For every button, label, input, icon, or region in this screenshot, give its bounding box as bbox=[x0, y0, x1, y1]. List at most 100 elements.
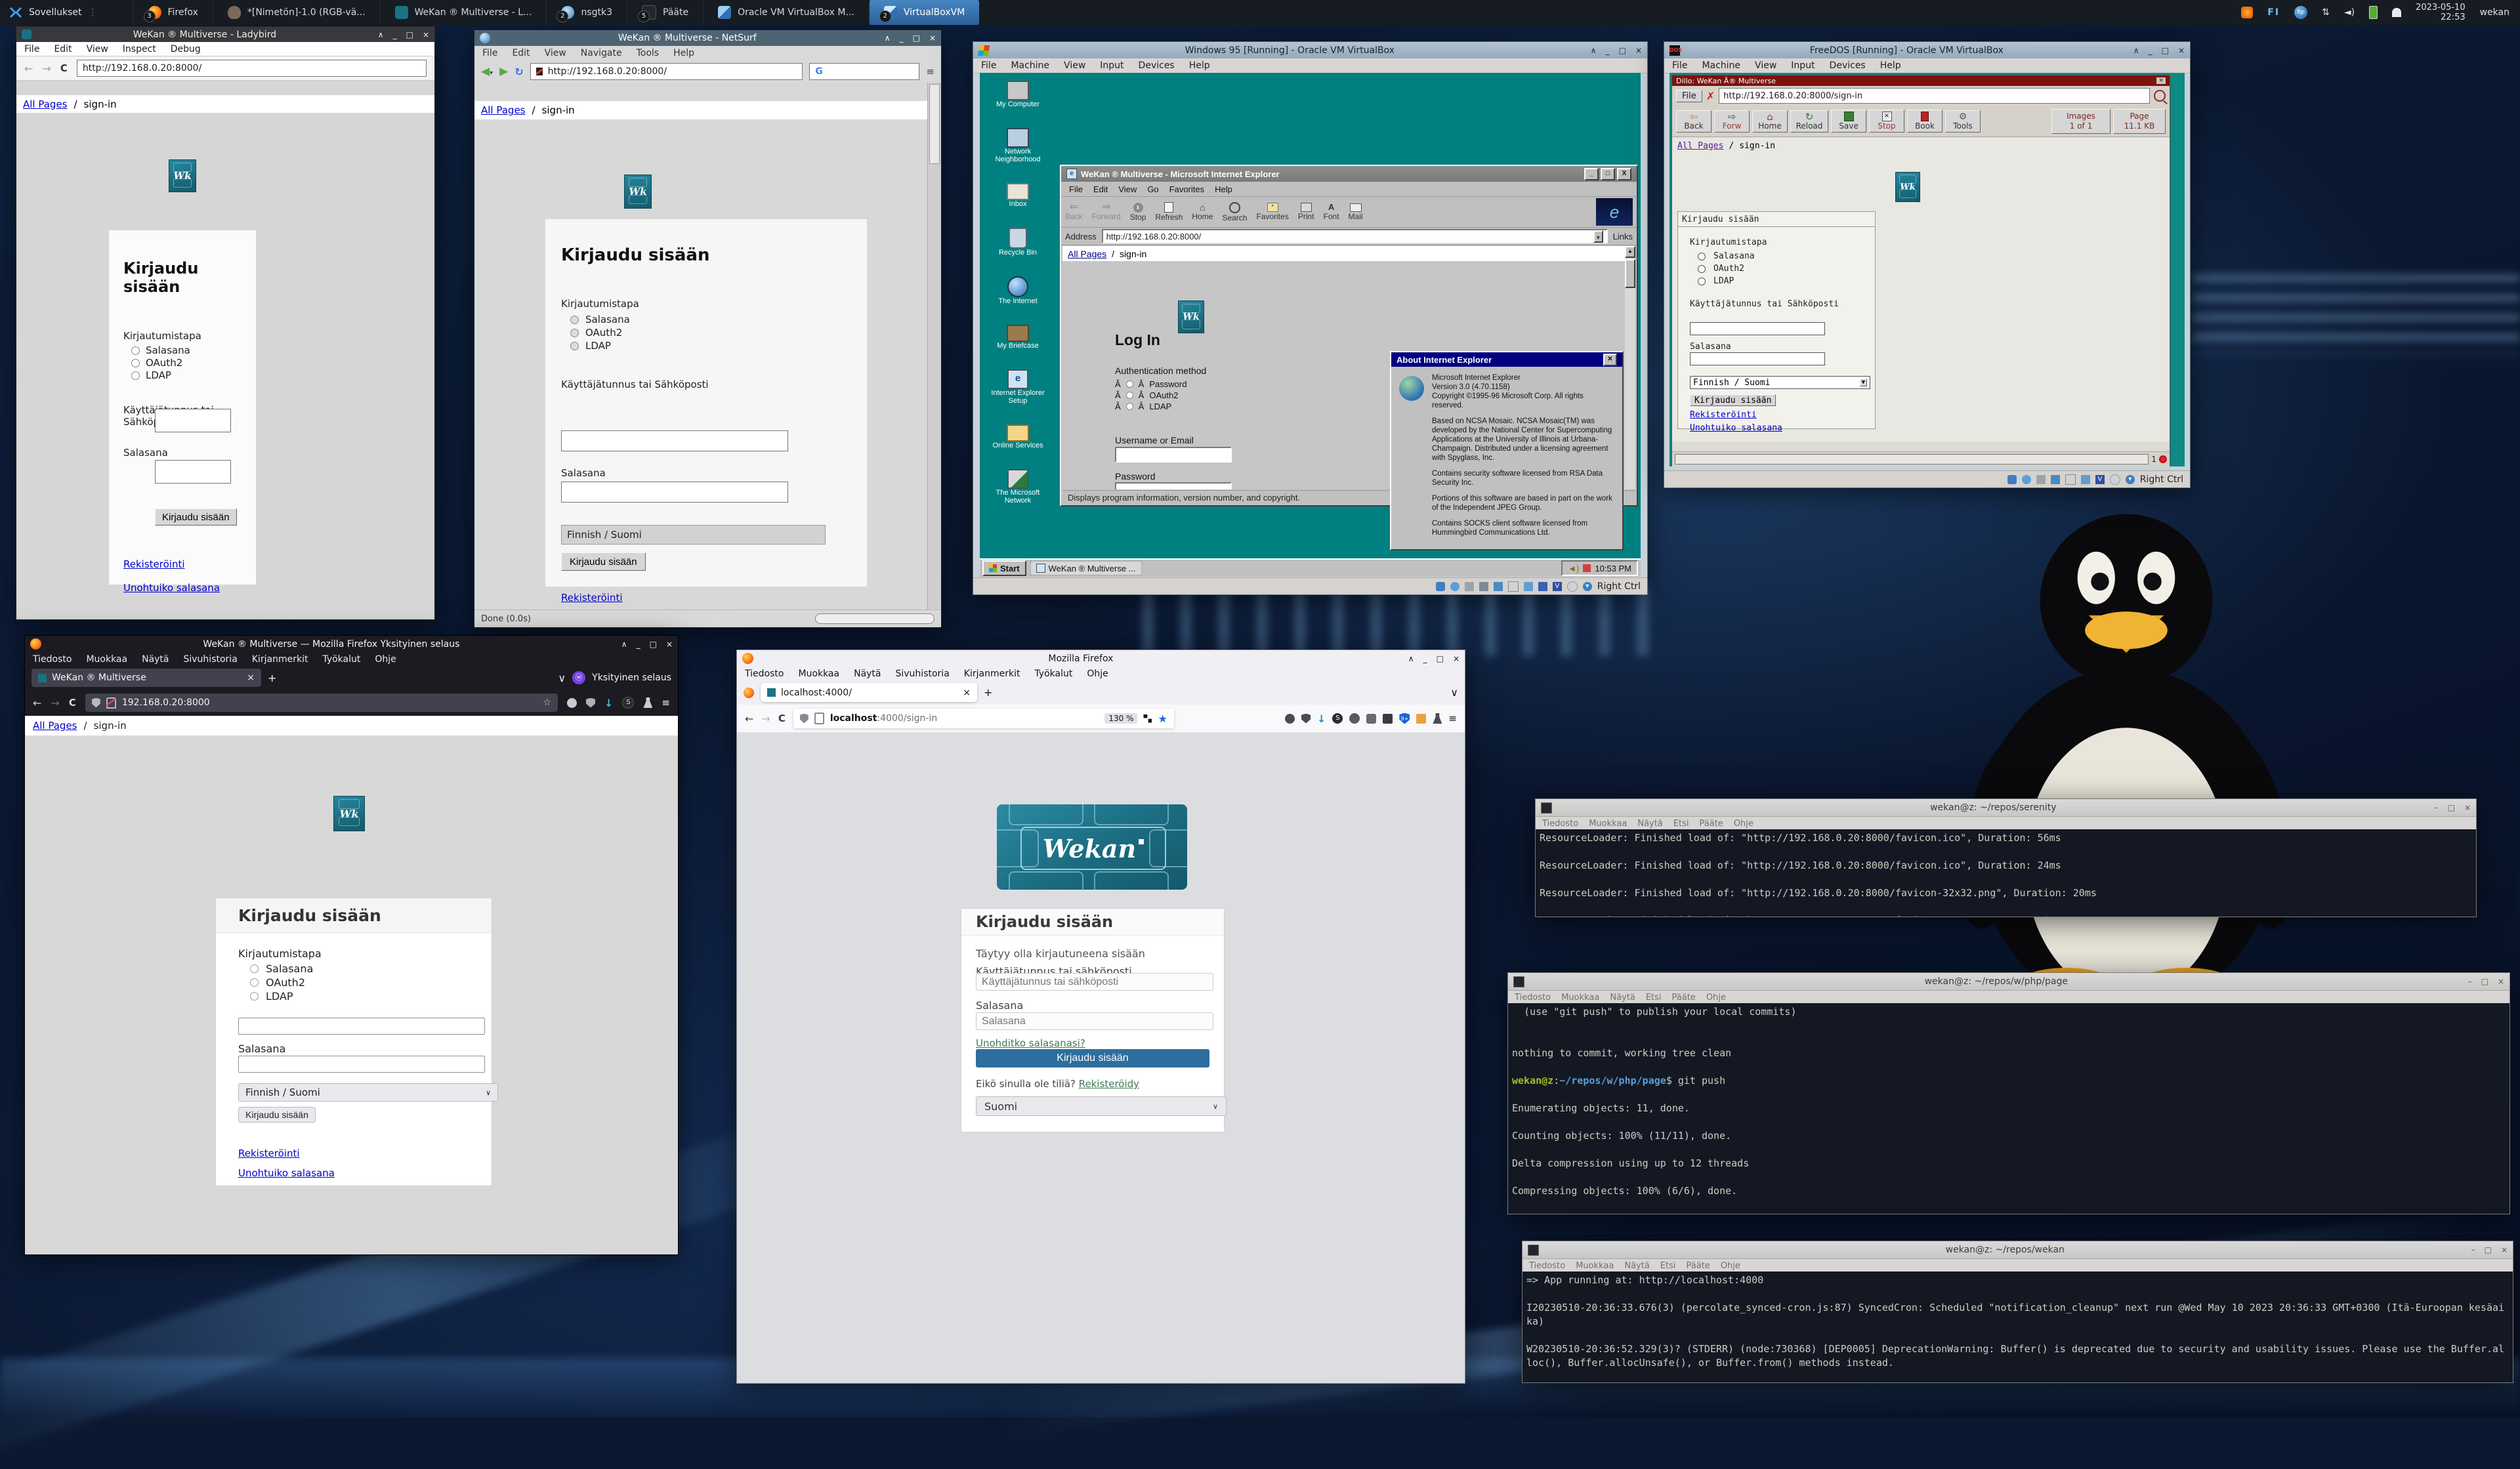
desktop-icon-inbox[interactable]: Inbox bbox=[984, 183, 1052, 208]
menu-inspect[interactable]: Inspect bbox=[123, 44, 156, 54]
network-status-icon[interactable] bbox=[1494, 582, 1503, 591]
flask-icon[interactable] bbox=[1433, 713, 1442, 724]
menu-tyokalut[interactable]: Työkalut bbox=[322, 654, 360, 665]
maximize-icon[interactable]: □ bbox=[2162, 46, 2169, 55]
close-icon[interactable]: ✕ bbox=[1603, 354, 1617, 366]
login-button[interactable]: Kirjaudu sisään bbox=[155, 508, 237, 526]
multi-account-icon[interactable] bbox=[1366, 714, 1376, 724]
menu-view[interactable]: View bbox=[545, 48, 566, 58]
fingerprint-icon[interactable] bbox=[1285, 714, 1295, 724]
dillo-titlebar[interactable]: Dillo: WeKan Â® Multiverse × bbox=[1672, 75, 2170, 86]
menu-help[interactable]: Help bbox=[1215, 184, 1232, 194]
vm-status-icon[interactable]: V bbox=[2095, 475, 2105, 484]
menu-muokkaa[interactable]: Muokkaa bbox=[798, 669, 839, 679]
download-icon[interactable]: ↓ bbox=[604, 697, 613, 709]
maximize-icon[interactable]: □ bbox=[1437, 654, 1444, 663]
tray-app-icon[interactable] bbox=[2241, 7, 2253, 18]
radio-icon[interactable] bbox=[570, 329, 579, 337]
password-input[interactable] bbox=[976, 1012, 1213, 1030]
login-button[interactable]: Kirjaudu sisään bbox=[1690, 394, 1776, 406]
minimize-icon[interactable]: – bbox=[2435, 803, 2439, 812]
menu-etsi[interactable]: Etsi bbox=[1646, 993, 1662, 1003]
menu-paate[interactable]: Pääte bbox=[1687, 1261, 1710, 1271]
menu-edit[interactable]: Edit bbox=[54, 44, 72, 54]
desktop-icon-recycle-bin[interactable]: Recycle Bin bbox=[984, 228, 1052, 257]
close-icon[interactable]: × bbox=[2156, 77, 2166, 84]
terminal-titlebar[interactable]: wekan@z: ~/repos/serenity –□× bbox=[1536, 799, 2476, 817]
close-icon[interactable]: × bbox=[2501, 1245, 2508, 1254]
taskbar-item-terminal[interactable]: 5 Pääte bbox=[627, 0, 703, 25]
menu-nayta[interactable]: Näytä bbox=[1624, 1261, 1649, 1271]
terminal-titlebar[interactable]: wekan@z: ~/repos/w/php/page –□× bbox=[1508, 973, 2510, 991]
login-button[interactable]: Kirjaudu sisään bbox=[976, 1049, 1209, 1067]
password-input[interactable] bbox=[238, 1056, 485, 1073]
fingerprint-icon[interactable] bbox=[567, 698, 577, 708]
bug-meter-icon[interactable] bbox=[2159, 455, 2167, 463]
menu-paate[interactable]: Pääte bbox=[1700, 819, 1723, 829]
menu-muokkaa[interactable]: Muokkaa bbox=[1576, 1261, 1614, 1271]
terminal-output[interactable]: (use "git push" to publish your local co… bbox=[1508, 1003, 2510, 1214]
desktop-icon-my-briefcase[interactable]: My Briefcase bbox=[984, 325, 1052, 350]
back-icon[interactable]: ← bbox=[33, 697, 41, 709]
back-icon[interactable]: ◀▾ bbox=[481, 65, 493, 78]
home-button[interactable]: ⌂Home bbox=[1192, 203, 1213, 221]
auth-option-ldap[interactable]: LDAP bbox=[131, 369, 256, 382]
download-icon[interactable]: ↓ bbox=[1317, 713, 1326, 725]
url-bar[interactable]: http://192.168.0.20:8000/ bbox=[530, 63, 803, 80]
links-button[interactable]: Links bbox=[1613, 232, 1633, 241]
mouse-integration-icon[interactable] bbox=[1567, 581, 1578, 592]
desktop-icon-the-internet[interactable]: The Internet bbox=[984, 276, 1052, 305]
radio-icon[interactable] bbox=[570, 316, 579, 324]
forgot-password-link[interactable]: Unohtuiko salasana bbox=[123, 582, 220, 594]
radio-icon[interactable] bbox=[1698, 265, 1706, 273]
vertical-scrollbar[interactable]: ▲ bbox=[1625, 246, 1635, 489]
auth-option-ldap[interactable]: LDAP bbox=[570, 339, 867, 352]
menu-machine[interactable]: Machine bbox=[1011, 60, 1049, 71]
menu-machine[interactable]: Machine bbox=[1702, 60, 1740, 71]
url-bar[interactable]: localhost:4000/sign-in 130 % ★ bbox=[793, 709, 1174, 728]
desktop-icon-online-services[interactable]: Online Services bbox=[984, 424, 1052, 449]
firefox-titlebar[interactable]: WeKan ® Multiverse — Mozilla Firefox Yks… bbox=[25, 636, 678, 652]
maximize-icon[interactable]: □ bbox=[2481, 977, 2488, 986]
cd-status-icon[interactable] bbox=[2022, 475, 2031, 484]
font-button[interactable]: AFont bbox=[1324, 203, 1339, 221]
audio-status-icon[interactable] bbox=[1479, 582, 1488, 591]
menu-ohje[interactable]: Ohje bbox=[1706, 993, 1726, 1003]
register-link[interactable]: Rekisteröidy bbox=[1079, 1078, 1139, 1090]
menu-icon[interactable]: ≡ bbox=[926, 66, 934, 77]
taskbar-item-firefox[interactable]: 3 Firefox bbox=[133, 0, 213, 25]
register-link[interactable]: Rekisteröinti bbox=[238, 1148, 300, 1159]
reader-mode-icon[interactable] bbox=[1143, 714, 1152, 723]
hdd-status-icon[interactable] bbox=[2007, 475, 2017, 484]
menu-input[interactable]: Input bbox=[1100, 60, 1124, 71]
applications-menu[interactable]: Sovellukset ⋮ bbox=[0, 6, 107, 19]
sidebar-icon[interactable] bbox=[1383, 714, 1393, 724]
radio-icon[interactable] bbox=[1698, 253, 1706, 260]
maximize-icon[interactable]: □ bbox=[1619, 46, 1626, 55]
password-input[interactable] bbox=[155, 460, 231, 484]
menu-icon[interactable]: ≡ bbox=[662, 697, 670, 709]
network-status-icon[interactable] bbox=[2051, 475, 2060, 484]
zoom-level-badge[interactable]: 130 % bbox=[1104, 713, 1137, 724]
menu-sivuhistoria[interactable]: Sivuhistoria bbox=[184, 654, 238, 665]
bookmark-star-icon[interactable]: ☆ bbox=[543, 697, 551, 708]
menu-muokkaa[interactable]: Muokkaa bbox=[1589, 819, 1627, 829]
forward-icon[interactable]: → bbox=[51, 697, 59, 709]
restore-icon[interactable]: _ bbox=[2149, 46, 2152, 55]
taskbar-task-wekan[interactable]: WeKan ® Multiverse ... bbox=[1030, 561, 1142, 575]
dialog-titlebar[interactable]: About Internet Explorer ✕ bbox=[1391, 352, 1622, 367]
username-input[interactable] bbox=[1690, 322, 1825, 335]
breadcrumb-all-pages-link[interactable]: All Pages bbox=[481, 104, 526, 116]
vertical-scrollbar[interactable] bbox=[927, 83, 941, 610]
menu-devices[interactable]: Devices bbox=[1830, 60, 1866, 71]
restore-icon[interactable]: _ bbox=[1423, 654, 1427, 663]
radio-icon[interactable] bbox=[1126, 403, 1133, 410]
restore-icon[interactable]: _ bbox=[1606, 46, 1610, 55]
taskbar-item-virtualboxvm-active[interactable]: 2 VirtualBoxVM bbox=[869, 0, 979, 25]
scrollbar-thumb[interactable] bbox=[929, 84, 940, 164]
bug-meter-count[interactable]: 1 bbox=[2151, 455, 2156, 464]
desktop-icon-network-neighborhood[interactable]: Network Neighborhood bbox=[984, 128, 1052, 163]
desktop-icon-my-computer[interactable]: My Computer bbox=[984, 81, 1052, 108]
auth-option-password[interactable]: Salasana bbox=[131, 344, 256, 357]
username-input[interactable] bbox=[976, 973, 1213, 991]
